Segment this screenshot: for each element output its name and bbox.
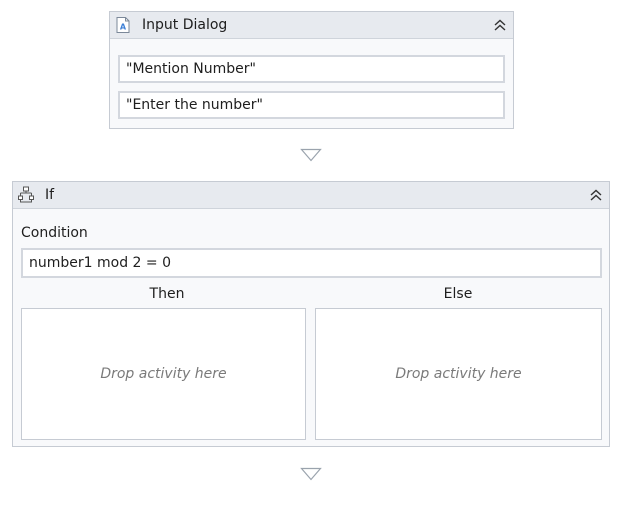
then-label: Then (149, 286, 185, 302)
input-dialog-title: Input Dialog (142, 17, 228, 33)
if-title: If (45, 187, 55, 203)
dialog-title-field[interactable]: "Mention Number" (118, 55, 505, 83)
double-chevron-up-icon[interactable] (491, 16, 509, 34)
input-dialog-header[interactable]: A Input Dialog (110, 12, 513, 39)
then-drop-hint: Drop activity here (100, 366, 227, 382)
if-branch-icon (18, 186, 34, 203)
svg-text:A: A (120, 23, 127, 32)
drop-triangle-icon[interactable] (300, 467, 322, 481)
double-chevron-up-icon[interactable] (587, 186, 605, 204)
input-dialog-icon: A (116, 17, 130, 33)
else-drop-hint: Drop activity here (395, 366, 522, 382)
if-header[interactable]: If (13, 182, 609, 209)
input-dialog-activity[interactable]: A Input Dialog "Mention Number" "Enter t… (109, 11, 514, 129)
drop-triangle-icon[interactable] (300, 148, 322, 162)
condition-label: Condition (21, 225, 88, 241)
if-activity[interactable]: If Condition number1 mod 2 = 0 Then Else… (12, 181, 610, 447)
dialog-label-field[interactable]: "Enter the number" (118, 91, 505, 119)
workflow-canvas: A Input Dialog "Mention Number" "Enter t… (0, 0, 622, 505)
else-drop-zone[interactable]: Drop activity here (315, 308, 602, 440)
then-drop-zone[interactable]: Drop activity here (21, 308, 306, 440)
condition-input[interactable]: number1 mod 2 = 0 (21, 248, 602, 278)
else-label: Else (443, 286, 473, 302)
